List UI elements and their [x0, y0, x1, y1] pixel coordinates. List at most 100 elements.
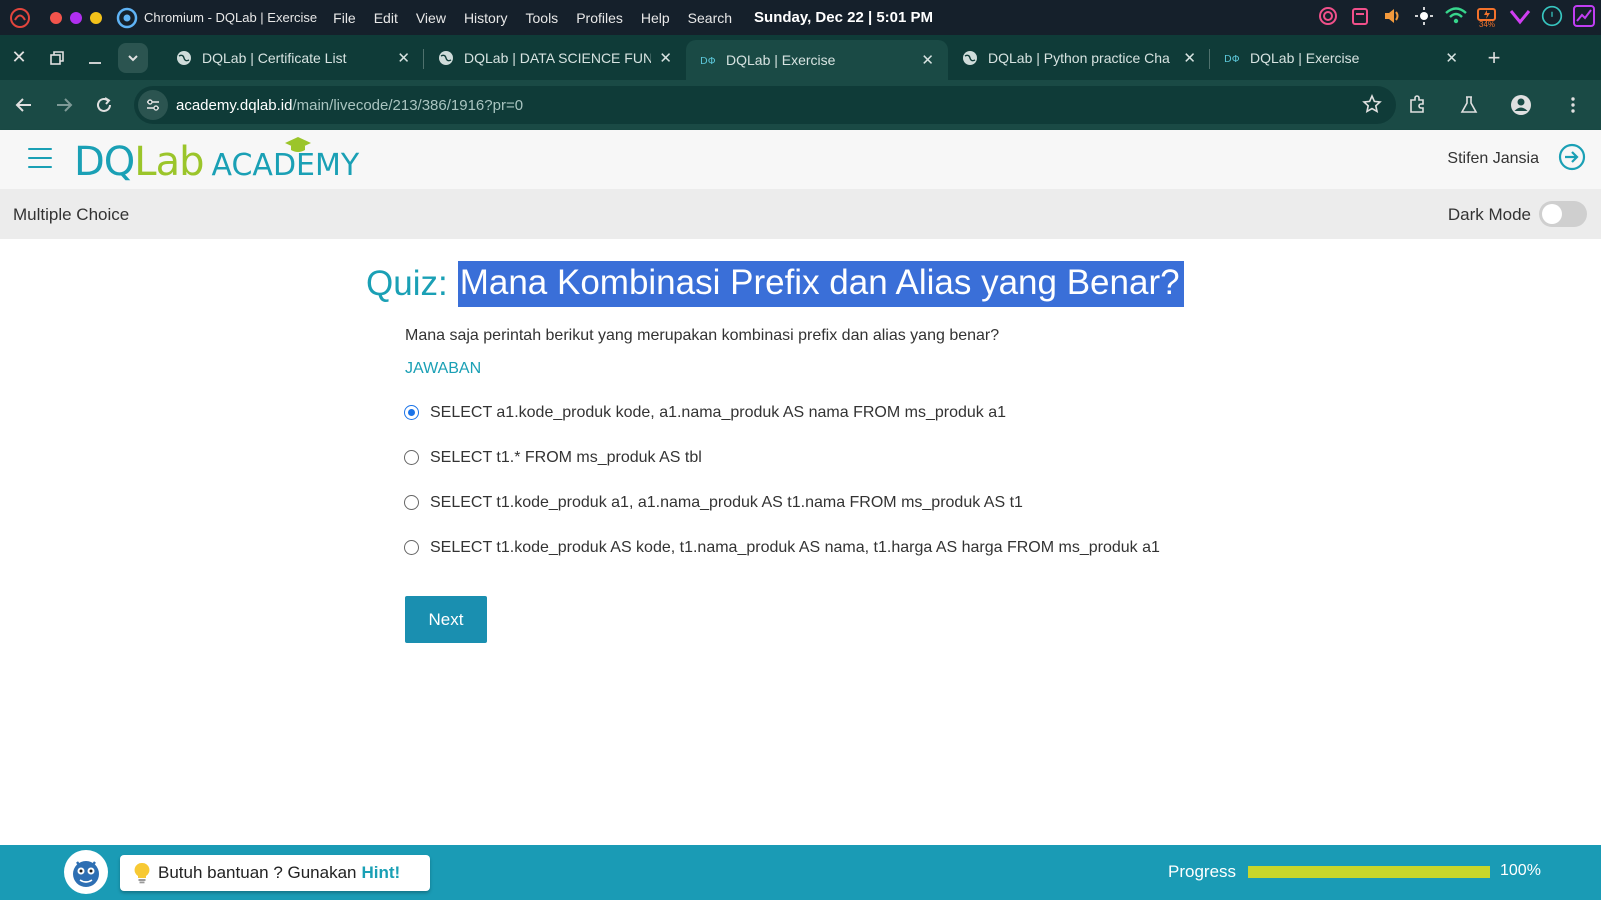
sub-header: Multiple Choice Dark Mode [0, 189, 1601, 239]
hint-button[interactable]: Butuh bantuan ? Gunakan Hint! [120, 855, 430, 891]
footer-bar: Butuh bantuan ? Gunakan Hint! Progress 1… [0, 845, 1601, 900]
globe-icon [439, 50, 453, 65]
tab-certificate-list[interactable]: DQLab | Certificate List ✕ [162, 39, 424, 77]
quiz-title: Quiz: Mana Kombinasi Prefix dan Alias ya… [366, 260, 1184, 308]
minimize-window-dot[interactable] [70, 11, 82, 24]
volume-icon[interactable] [1381, 5, 1403, 27]
menu-edit[interactable]: Edit [374, 10, 398, 26]
system-tray: 34% [1317, 5, 1595, 29]
mascot-avatar[interactable] [64, 850, 108, 894]
maximize-window-dot[interactable] [90, 11, 102, 24]
answer-option-4[interactable]: SELECT t1.kode_produk AS kode, t1.nama_p… [404, 525, 1160, 570]
tab-exercise-second[interactable]: DΦ DQLab | Exercise ✕ [1210, 39, 1472, 77]
menu-help[interactable]: Help [641, 10, 670, 26]
reload-icon[interactable] [84, 85, 124, 125]
dqlab-academy-logo[interactable]: DQ Lab ACADEMY [74, 137, 359, 185]
quiz-question: Mana saja perintah berikut yang merupaka… [405, 327, 1000, 344]
menu-history[interactable]: History [464, 10, 508, 26]
radio-button-selected[interactable] [404, 405, 419, 420]
hint-text: Butuh bantuan ? Gunakan [158, 863, 357, 882]
answer-option-text[interactable]: SELECT t1.kode_produk AS kode, t1.nama_p… [430, 539, 1160, 557]
lightbulb-icon [134, 862, 150, 884]
radio-button[interactable] [404, 540, 419, 555]
window-controls [50, 11, 102, 24]
tab-strip: ✕ DQLab | Certificate List ✕ DQLab | DAT… [0, 35, 1601, 80]
power-icon[interactable] [1541, 5, 1563, 27]
tab-close-icon[interactable]: ✕ [659, 49, 672, 67]
url-text[interactable]: academy.dqlab.id/main/livecode/213/386/1… [176, 97, 523, 114]
system-clock[interactable]: Sunday, Dec 22 | 5:01 PM [754, 9, 933, 26]
new-tab-plus-icon[interactable]: + [1478, 42, 1510, 74]
toggle-knob [1542, 204, 1562, 224]
brightness-icon[interactable] [1413, 5, 1435, 27]
bookmark-star-icon[interactable] [1362, 94, 1382, 119]
focus-icon[interactable] [1317, 5, 1339, 27]
restore-window-icon[interactable] [38, 39, 76, 77]
distro-logo-icon[interactable] [8, 6, 32, 30]
tab-close-icon[interactable]: ✕ [1183, 49, 1196, 67]
close-window-dot[interactable] [50, 11, 62, 24]
forward-arrow-icon[interactable] [44, 85, 84, 125]
tab-label: DQLab | Exercise [1250, 49, 1360, 66]
back-arrow-icon[interactable] [4, 85, 44, 125]
tab-close-icon[interactable]: ✕ [1445, 49, 1458, 67]
quiz-title-text-selected[interactable]: Mana Kombinasi Prefix dan Alias yang Ben… [457, 261, 1184, 307]
close-icon[interactable]: ✕ [0, 39, 38, 77]
battery-icon[interactable]: 34% [1477, 5, 1499, 29]
user-name[interactable]: Stifen Jansia [1447, 150, 1539, 168]
logout-icon[interactable] [1557, 142, 1587, 172]
logo-part-lab: Lab [134, 139, 204, 185]
answer-option-text[interactable]: SELECT t1.kode_produk a1, a1.nama_produk… [430, 494, 1023, 512]
menu-search[interactable]: Search [688, 10, 732, 26]
radio-button[interactable] [404, 495, 419, 510]
tab-label: DQLab | Exercise [726, 52, 836, 68]
app-menu: File Edit View History Tools Profiles He… [333, 10, 732, 26]
notes-icon[interactable] [1349, 5, 1371, 27]
tab-data-science-fund[interactable]: DQLab | DATA SCIENCE FUND ✕ [424, 39, 686, 77]
menu-tools[interactable]: Tools [526, 10, 559, 26]
next-button[interactable]: Next [405, 596, 487, 643]
answer-option-1[interactable]: SELECT a1.kode_produk kode, a1.nama_prod… [404, 390, 1160, 435]
menu-file[interactable]: File [333, 10, 356, 26]
answer-label: JAWABAN [405, 360, 482, 377]
menu-view[interactable]: View [416, 10, 446, 26]
check-icon[interactable] [1509, 5, 1531, 27]
wifi-icon[interactable] [1445, 5, 1467, 27]
labs-flask-icon[interactable] [1449, 85, 1489, 125]
dark-mode-label: Dark Mode [1447, 205, 1531, 224]
graduation-cap-icon [285, 137, 312, 152]
progress-bar-fill [1248, 866, 1490, 878]
globe-icon [963, 50, 977, 65]
radio-button[interactable] [404, 450, 419, 465]
active-app-title: Chromium - DQLab | Exercise [144, 10, 318, 25]
minimize-icon[interactable] [76, 39, 114, 77]
section-title: Multiple Choice [13, 205, 130, 224]
chromium-icon [116, 7, 138, 29]
answer-options: SELECT a1.kode_produk kode, a1.nama_prod… [404, 390, 1160, 570]
hint-word: Hint! [361, 863, 401, 882]
tab-label: DQLab | DATA SCIENCE FUND [464, 49, 652, 66]
tab-close-icon[interactable]: ✕ [397, 49, 410, 67]
progress-label: Progress [1168, 862, 1237, 881]
profile-avatar-icon[interactable] [1501, 85, 1541, 125]
tab-label: DQLab | Certificate List [202, 49, 347, 66]
menu-profiles[interactable]: Profiles [576, 10, 623, 26]
dark-mode-toggle[interactable] [1539, 201, 1587, 227]
answer-option-text[interactable]: SELECT a1.kode_produk kode, a1.nama_prod… [430, 404, 1006, 422]
tab-exercise-active[interactable]: DΦ DQLab | Exercise ✕ [686, 40, 948, 80]
url-host: academy.dqlab.id [176, 96, 293, 114]
answer-option-2[interactable]: SELECT t1.* FROM ms_produk AS tbl [404, 435, 1160, 480]
dqlab-icon: DΦ [1224, 54, 1240, 65]
tab-close-icon[interactable]: ✕ [921, 51, 934, 69]
tab-search-chevron-down-icon[interactable] [118, 42, 148, 73]
extensions-icon[interactable] [1397, 85, 1437, 125]
logo-part-dq: DQ [74, 139, 135, 185]
answer-option-3[interactable]: SELECT t1.kode_produk a1, a1.nama_produk… [404, 480, 1160, 525]
address-bar[interactable]: academy.dqlab.id/main/livecode/213/386/1… [134, 86, 1396, 124]
tab-python-practice[interactable]: DQLab | Python practice Cha ✕ [948, 39, 1210, 77]
activity-monitor-icon[interactable] [1573, 5, 1595, 27]
answer-option-text[interactable]: SELECT t1.* FROM ms_produk AS tbl [430, 449, 702, 467]
hamburger-menu-icon[interactable] [28, 148, 52, 168]
site-info-icon[interactable] [138, 90, 168, 120]
more-vertical-icon[interactable] [1553, 85, 1593, 125]
